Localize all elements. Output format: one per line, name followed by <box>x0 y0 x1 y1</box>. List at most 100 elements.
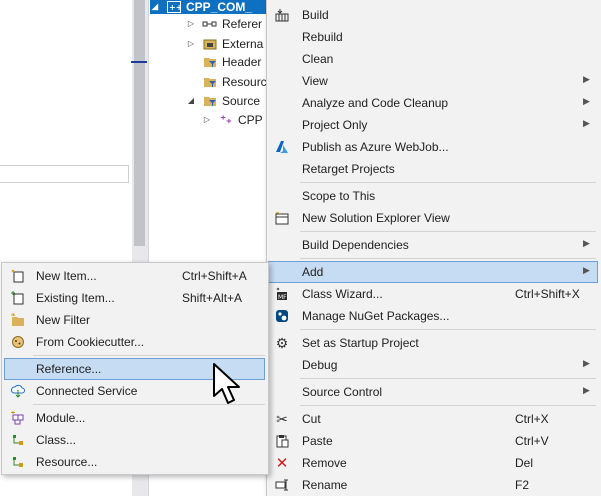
menu-item-label: New Filter <box>36 313 91 327</box>
menu-separator <box>300 258 596 259</box>
submenu-arrow-icon: ▶ <box>583 265 590 275</box>
submenu-item-new-item[interactable]: New Item... Ctrl+Shift+A <box>4 265 265 287</box>
editor-scrollbar-thumb[interactable] <box>134 0 145 246</box>
menu-item-label: Scope to This <box>302 189 376 203</box>
tree-item-project[interactable]: ◢ ++ CPP_COM_ <box>150 0 268 14</box>
submenu-item-class[interactable]: Class... <box>4 429 265 451</box>
filter-folder-icon <box>202 74 218 90</box>
submenu-item-new-filter[interactable]: New Filter <box>4 309 265 331</box>
filter-folder-icon <box>202 54 218 70</box>
menu-item-shortcut: Ctrl+Shift+A <box>182 269 247 283</box>
tree-item-label: Header <box>222 55 262 69</box>
menu-separator <box>300 378 596 379</box>
menu-item-label: Project Only <box>302 118 368 132</box>
menu-item-label: Resource... <box>36 455 98 469</box>
tree-item-cpp-file[interactable]: ▷ ⁺₊ CPP <box>202 111 263 129</box>
menu-item-new-se-view[interactable]: New Solution Explorer View <box>268 207 598 229</box>
menu-item-label: Set as Startup Project <box>302 336 419 350</box>
submenu-item-existing-item[interactable]: Existing Item... Shift+Alt+A <box>4 287 265 309</box>
menu-item-label: Debug <box>302 358 338 372</box>
menu-item-label: Retarget Projects <box>302 162 395 176</box>
menu-item-label: Cut <box>302 412 321 426</box>
new-item-icon <box>10 268 26 284</box>
expanded-arrow-icon[interactable]: ◢ <box>150 0 160 14</box>
menu-item-retarget[interactable]: Retarget Projects <box>268 158 598 180</box>
tree-item-label: CPP <box>238 113 263 127</box>
nuget-icon <box>274 308 290 324</box>
references-icon <box>202 16 218 32</box>
submenu-item-resource[interactable]: Resource... <box>4 451 265 473</box>
menu-item-rename[interactable]: Rename F2 <box>268 474 598 496</box>
menu-item-label: Reference... <box>36 362 102 376</box>
mouse-pointer-icon <box>210 362 244 408</box>
menu-item-publish-azure[interactable]: Publish as Azure WebJob... <box>268 136 598 158</box>
resource-icon <box>10 454 26 470</box>
menu-item-build-dependencies[interactable]: Build Dependencies ▶ <box>268 234 598 256</box>
menu-separator <box>33 355 265 356</box>
submenu-arrow-icon: ▶ <box>583 238 590 248</box>
menu-item-class-wizard[interactable]: MFC Class Wizard... Ctrl+Shift+X <box>268 283 598 305</box>
submenu-arrow-icon: ▶ <box>583 118 590 128</box>
menu-item-shortcut: F2 <box>515 478 530 492</box>
menu-item-remove[interactable]: ✕ Remove Del <box>268 452 598 474</box>
tree-item-resource-files[interactable]: Resourc <box>186 73 267 91</box>
menu-item-label: Build <box>302 8 329 22</box>
menu-item-build[interactable]: Build <box>268 4 598 26</box>
menu-item-shortcut: Shift+Alt+A <box>182 291 243 305</box>
menu-item-source-control[interactable]: Source Control ▶ <box>268 381 598 403</box>
menu-item-clean[interactable]: Clean <box>268 48 598 70</box>
external-deps-icon <box>202 36 218 52</box>
menu-item-label: Manage NuGet Packages... <box>302 309 450 323</box>
svg-text:++: ++ <box>169 3 181 12</box>
menu-item-label: From Cookiecutter... <box>36 335 145 349</box>
class-wizard-icon: MFC <box>274 286 290 302</box>
new-view-icon <box>274 210 290 226</box>
scroll-marker <box>131 61 147 63</box>
tree-item-source-files[interactable]: ◢ Source <box>186 92 260 110</box>
menu-item-shortcut: Ctrl+Shift+X <box>515 287 580 301</box>
menu-item-set-startup[interactable]: ⚙ Set as Startup Project <box>268 332 598 354</box>
menu-item-label: Analyze and Code Cleanup <box>302 96 449 110</box>
remove-icon: ✕ <box>275 455 289 472</box>
menu-item-analyze[interactable]: Analyze and Code Cleanup ▶ <box>268 92 598 114</box>
menu-item-rebuild[interactable]: Rebuild <box>268 26 598 48</box>
collapsed-arrow-icon[interactable]: ▷ <box>186 35 196 53</box>
menu-item-label: Module... <box>36 411 86 425</box>
expanded-arrow-icon[interactable]: ◢ <box>186 92 196 110</box>
menu-separator <box>300 329 596 330</box>
submenu-item-module[interactable]: Module... <box>4 407 265 429</box>
menu-item-view[interactable]: View ▶ <box>268 70 598 92</box>
menu-item-manage-nuget[interactable]: Manage NuGet Packages... <box>268 305 598 327</box>
collapsed-arrow-icon[interactable]: ▷ <box>186 15 196 33</box>
tree-item-label: Referer <box>222 17 263 31</box>
project-icon: ++ <box>166 0 182 14</box>
tree-item-label: Source <box>222 94 261 108</box>
submenu-arrow-icon: ▶ <box>583 96 590 106</box>
editor-input-strip[interactable] <box>0 165 129 183</box>
cookiecutter-icon <box>10 334 26 350</box>
menu-separator <box>300 231 596 232</box>
menu-item-label: Paste <box>302 434 333 448</box>
menu-item-label: View <box>302 74 328 88</box>
filter-folder-icon <box>202 93 218 109</box>
menu-separator <box>300 405 596 406</box>
submenu-item-cookiecutter[interactable]: From Cookiecutter... <box>4 331 265 353</box>
menu-item-project-only[interactable]: Project Only ▶ <box>268 114 598 136</box>
menu-item-label: Clean <box>302 52 334 66</box>
menu-item-paste[interactable]: Paste Ctrl+V <box>268 430 598 452</box>
tree-item-header-files[interactable]: Header <box>186 53 261 71</box>
menu-item-cut[interactable]: ✂ Cut Ctrl+X <box>268 408 598 430</box>
submenu-arrow-icon: ▶ <box>583 385 590 395</box>
menu-item-label: Source Control <box>302 385 383 399</box>
menu-item-shortcut: Del <box>515 456 534 470</box>
module-icon <box>10 410 26 426</box>
menu-item-label: Class... <box>36 433 77 447</box>
collapsed-arrow-icon[interactable]: ▷ <box>202 111 212 129</box>
tree-item-references[interactable]: ▷ Referer <box>186 15 262 33</box>
menu-item-debug[interactable]: Debug ▶ <box>268 354 598 376</box>
menu-item-scope-to-this[interactable]: Scope to This <box>268 185 598 207</box>
menu-item-add[interactable]: Add ▶ <box>268 261 598 283</box>
menu-item-label: Build Dependencies <box>302 238 409 252</box>
menu-item-label: Connected Service <box>36 384 138 398</box>
tree-item-external-deps[interactable]: ▷ Externa <box>186 35 263 53</box>
